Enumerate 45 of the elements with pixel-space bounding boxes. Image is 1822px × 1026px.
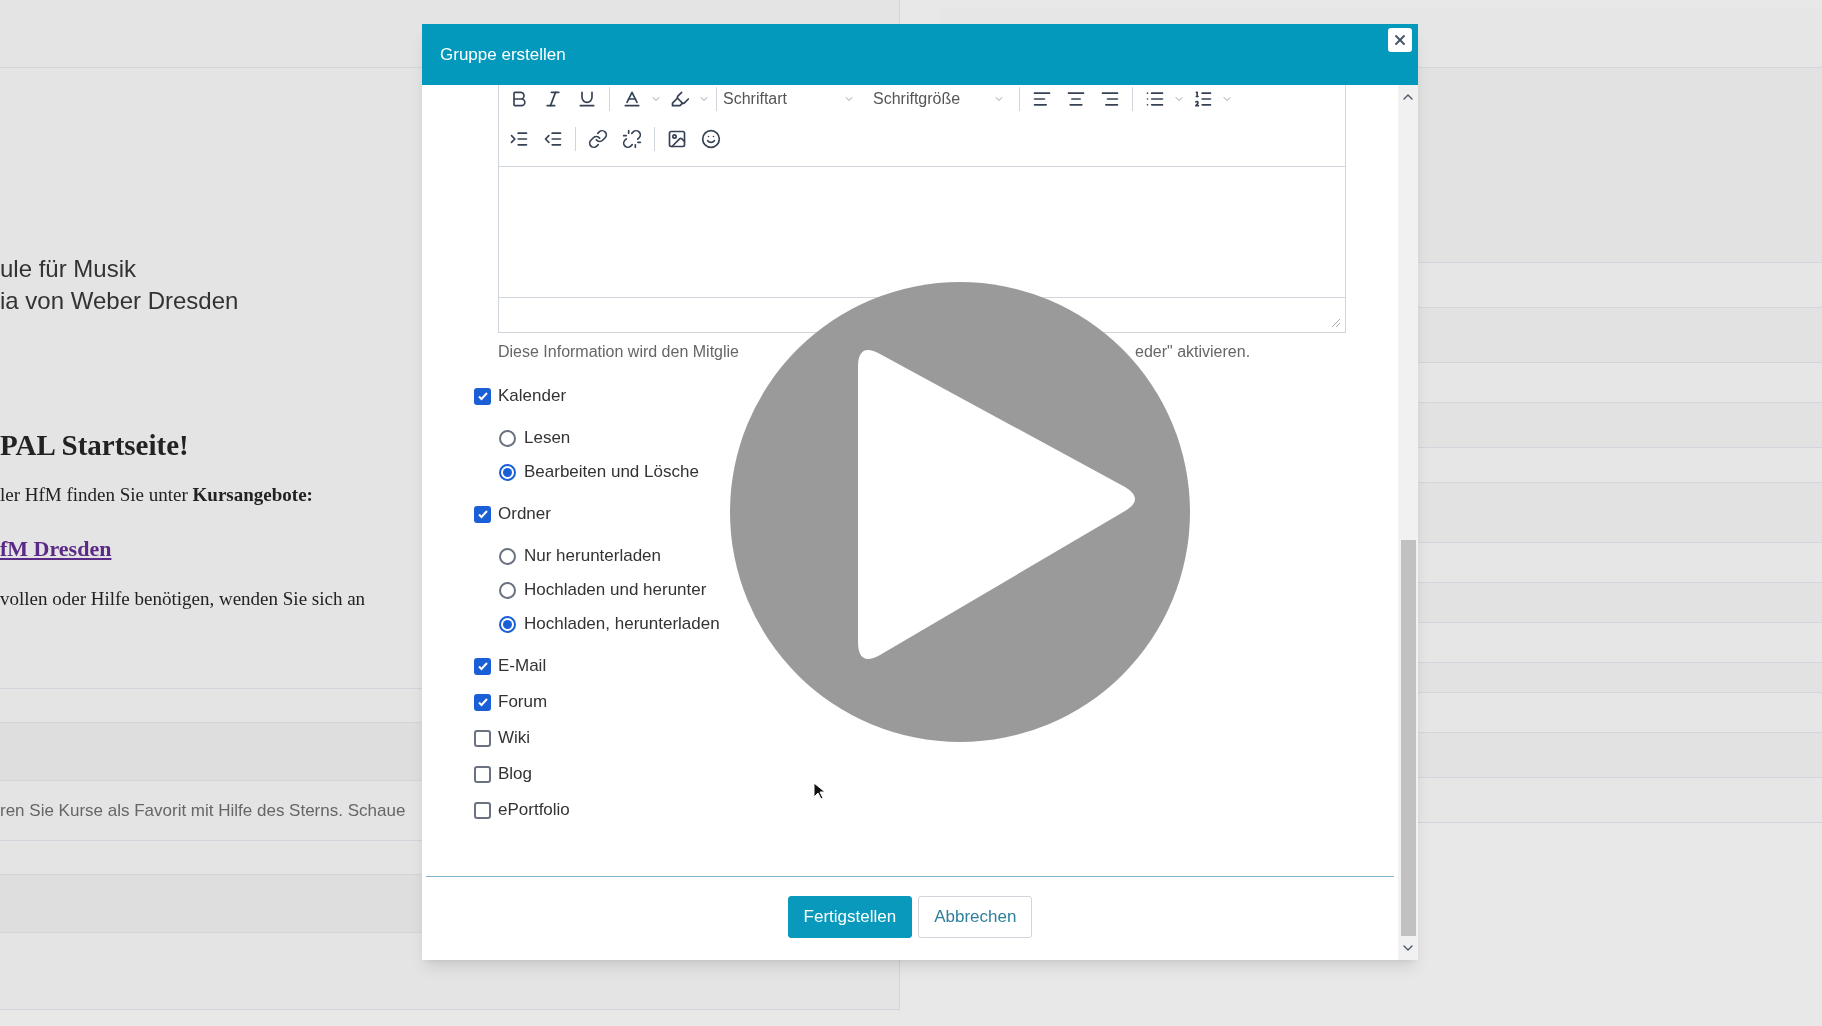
scrollbar[interactable]: [1398, 85, 1418, 960]
checkmark-icon: [476, 696, 489, 708]
scrollbar-thumb[interactable]: [1400, 540, 1416, 936]
radio-button[interactable]: [499, 429, 516, 447]
font-size-select[interactable]: Schriftgröße: [873, 87, 1013, 111]
radio-button[interactable]: [499, 463, 516, 481]
hint-text: Diese Information wird den Mitglie: [498, 342, 739, 362]
checkmark-icon: [476, 390, 489, 402]
intro-text: ler HfM finden Sie unter Kursangebote:: [0, 483, 313, 507]
cancel-button[interactable]: Abbrechen: [918, 895, 1033, 938]
dresden-link[interactable]: fM Dresden: [0, 531, 112, 565]
option-label: Kalender: [498, 385, 567, 408]
option-label: E-Mail: [498, 655, 547, 678]
help-text: vollen oder Hilfe benötigen, wenden Sie sich an: [0, 586, 366, 611]
option-label: Ordner: [498, 503, 551, 526]
checkbox[interactable]: [474, 801, 491, 819]
checkbox[interactable]: [474, 657, 491, 675]
dialog-title: Gruppe erstellen: [440, 43, 566, 66]
option-label: Hochladen, herunterladen: [524, 613, 720, 636]
checkbox[interactable]: [474, 693, 491, 711]
favorites-hint: ren Sie Kurse als Favorit mit Hilfe des Sterns. Schaue: [0, 799, 406, 822]
hint-text: eder" aktivieren.: [1135, 342, 1251, 362]
checkmark-icon: [476, 660, 489, 672]
option-label: Hochladen und herunter: [524, 579, 707, 602]
checkbox[interactable]: [474, 387, 491, 405]
checkbox[interactable]: [474, 729, 491, 747]
font-select[interactable]: Schriftart: [723, 87, 863, 111]
school-name-line: ia von Weber Dresden: [0, 286, 240, 316]
radio-button[interactable]: [499, 581, 516, 599]
page-heading: PAL Startseite!: [0, 428, 189, 463]
option-label: ePortfolio: [498, 799, 570, 822]
mouse-cursor-icon: [813, 782, 825, 800]
school-name-line: ule für Musik: [0, 254, 138, 284]
checkmark-icon: [476, 508, 489, 520]
option-label: Wiki: [498, 727, 531, 750]
option-label: Lesen: [524, 427, 571, 450]
radio-button[interactable]: [499, 547, 516, 565]
radio-button[interactable]: [499, 615, 516, 633]
option-label: Bearbeiten und Lösche: [524, 461, 699, 484]
option-label: Forum: [498, 691, 548, 714]
checkbox[interactable]: [474, 765, 491, 783]
option-label: Nur herunterladen: [524, 545, 662, 568]
checkbox[interactable]: [474, 505, 491, 523]
option-label: Blog: [498, 763, 533, 786]
resize-handle-icon[interactable]: [1331, 318, 1341, 328]
